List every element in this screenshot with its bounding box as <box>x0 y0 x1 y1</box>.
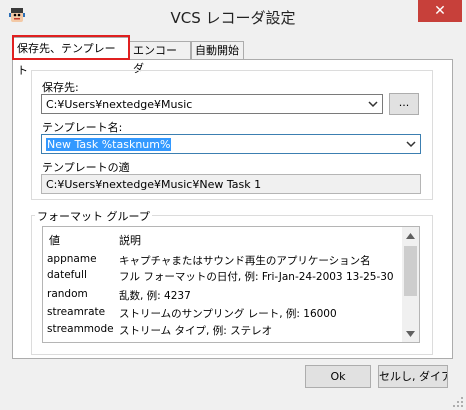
close-icon[interactable]: ✕ <box>434 3 446 19</box>
scroll-down-button[interactable] <box>402 325 419 342</box>
list-item[interactable]: datefull フル フォーマットの日付, 例: Fri-Jan-24-200… <box>43 268 403 284</box>
applied-template-field: C:¥Users¥nextedge¥Music¥New Task 1 <box>41 174 421 194</box>
list-item-value: appname <box>47 253 97 265</box>
list-item[interactable]: random 乱数, 例: 4237 <box>43 287 403 303</box>
format-group-label: フォーマット グループ <box>35 208 152 224</box>
list-scrollbar[interactable] <box>402 227 419 342</box>
chevron-down-icon[interactable] <box>367 98 379 110</box>
scroll-up-button[interactable] <box>402 227 419 244</box>
resize-grip-icon[interactable] <box>452 396 464 408</box>
ok-button[interactable]: Ok <box>305 365 371 388</box>
list-item-description: ストリームのサンプリング レート, 例: 16000 <box>119 308 337 320</box>
template-name-combo[interactable]: New Task %tasknum% <box>41 134 421 154</box>
list-item-value: streamrate <box>47 306 106 318</box>
scroll-thumb[interactable] <box>404 246 417 296</box>
browse-button[interactable]: ... <box>389 93 419 115</box>
template-name-value[interactable]: New Task %tasknum% <box>46 138 172 151</box>
tab-auto-start[interactable]: 自動開始 <box>191 41 244 59</box>
applied-template-label: テンプレートの適 <box>42 161 130 174</box>
tab-save-template[interactable]: 保存先、テンプレート <box>13 37 129 77</box>
list-item[interactable]: appname キャプチャまたはサウンド再生のアプリケーション名 <box>43 252 403 268</box>
format-list[interactable]: 値 説明 appname キャプチャまたはサウンド再生のアプリケーション名 da… <box>42 226 420 343</box>
save-location-value: C:¥Users¥nextedge¥Music <box>46 98 193 111</box>
list-item-description: フル フォーマットの日付, 例: Fri-Jan-24-2003 13-25-3… <box>119 271 394 283</box>
list-item-value: datefull <box>47 269 87 281</box>
list-item-description: ストリーム タイプ, 例: ステレオ <box>119 325 273 337</box>
chevron-up-icon[interactable] <box>406 232 415 239</box>
list-item-value: random <box>47 288 88 300</box>
list-item-description: キャプチャまたはサウンド再生のアプリケーション名 <box>119 255 371 267</box>
list-item[interactable]: streamrate ストリームのサンプリング レート, 例: 16000 <box>43 305 403 321</box>
cancel-button[interactable]: セルし, ダイア <box>378 365 448 388</box>
list-header: 値 説明 <box>43 227 403 249</box>
list-item-description: 乱数, 例: 4237 <box>119 290 191 302</box>
chevron-down-icon[interactable] <box>405 138 417 150</box>
close-button[interactable]: ✕ <box>418 0 462 22</box>
list-item[interactable]: streammode ストリーム タイプ, 例: ステレオ <box>43 322 403 338</box>
window-title: VCS レコーダ設定 <box>170 9 296 27</box>
save-location-label: 保存先: <box>42 81 79 94</box>
save-location-combo[interactable]: C:¥Users¥nextedge¥Music <box>41 94 383 114</box>
column-header-value[interactable]: 値 <box>49 232 60 248</box>
settings-dialog: VCS レコーダ設定 ✕ 保存先、テンプレート エンコーダ 自動開始 保存先: … <box>0 0 466 410</box>
chevron-down-icon[interactable] <box>406 330 415 337</box>
list-item-value: streammode <box>47 323 114 335</box>
applied-template-value: C:¥Users¥nextedge¥Music¥New Task 1 <box>46 178 262 191</box>
template-name-selection: New Task %tasknum% <box>46 138 172 151</box>
template-name-label: テンプレート名: <box>42 121 123 134</box>
title-bar: VCS レコーダ設定 ✕ <box>0 0 466 32</box>
tab-encoder[interactable]: エンコーダ <box>129 41 191 75</box>
column-header-description[interactable]: 説明 <box>119 232 141 248</box>
